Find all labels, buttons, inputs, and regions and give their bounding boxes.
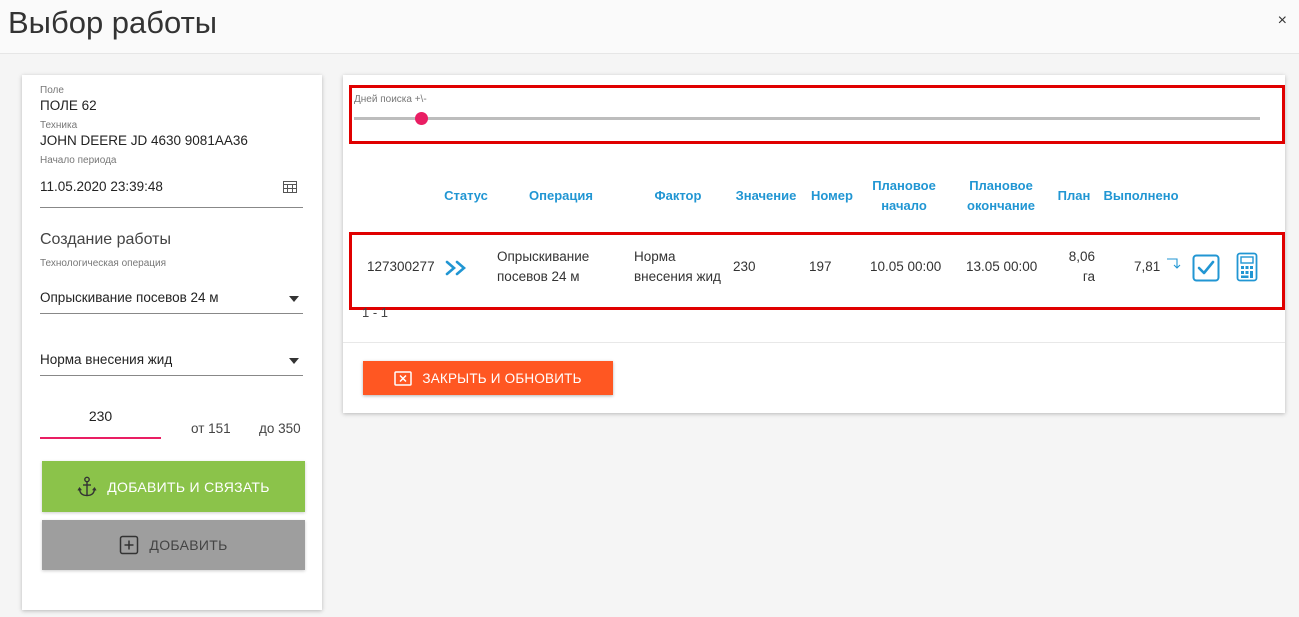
period-label: Начало периода xyxy=(40,155,117,166)
row-plan-end: 13.05 00:00 xyxy=(966,259,1038,274)
add-label: ДОБАВИТЬ xyxy=(149,537,228,553)
column-status[interactable]: Статус xyxy=(438,186,494,206)
column-value[interactable]: Значение xyxy=(731,186,801,206)
amount-input[interactable]: 230 xyxy=(40,399,161,439)
row-id: 127300277 xyxy=(367,259,435,274)
search-days-label: Дней поиска +\- xyxy=(354,94,427,105)
column-plan[interactable]: План xyxy=(1053,186,1095,206)
row-value: 230 xyxy=(733,259,756,274)
range-to: до 350 xyxy=(259,421,301,436)
add-and-link-label: ДОБАВИТЬ И СВЯЗАТЬ xyxy=(107,478,270,495)
machine-label: Техника xyxy=(40,120,78,131)
column-operation[interactable]: Операция xyxy=(511,186,611,206)
close-and-refresh-label: ЗАКРЫТЬ И ОБНОВИТЬ xyxy=(422,370,582,386)
machine-value: JOHN DEERE JD 4630 9081АА36 xyxy=(40,133,248,148)
row-operation: Опрыскивание посевов 24 м xyxy=(497,249,590,284)
dropdown-arrow-icon xyxy=(289,358,299,364)
close-icon[interactable]: × xyxy=(1278,12,1287,30)
work-list-panel: Дней поиска +\- Статус Операция Фактор З… xyxy=(343,75,1285,413)
field-value: ПОЛЕ 62 xyxy=(40,98,97,113)
search-days-slider-knob[interactable] xyxy=(414,112,428,125)
period-start-input[interactable]: 11.05.2020 23:39:48 xyxy=(40,175,303,208)
row-plan: 8,06 га xyxy=(1068,249,1095,284)
period-start-value: 11.05.2020 23:39:48 xyxy=(40,179,163,194)
factor-select-value: Норма внесения жид xyxy=(40,352,173,367)
search-days-slider-highlight xyxy=(349,85,1285,144)
dialog-header: Выбор работы × xyxy=(0,0,1299,54)
double-chevron-right-icon[interactable] xyxy=(445,260,469,276)
row-done: 7,81 xyxy=(1134,259,1161,274)
calculator-icon[interactable] xyxy=(1236,252,1258,282)
pager-info: 1 - 1 xyxy=(362,305,389,320)
column-plan-end[interactable]: Плановое окончание xyxy=(957,176,1045,216)
factor-select[interactable]: Норма внесения жид xyxy=(40,344,303,376)
dropdown-arrow-icon xyxy=(289,296,299,302)
row-plan-start: 10.05 00:00 xyxy=(870,259,942,274)
anchor-icon xyxy=(77,476,97,496)
operation-select[interactable]: Опрыскивание посевов 24 м xyxy=(40,282,303,314)
divider xyxy=(343,342,1285,343)
add-button[interactable]: ДОБАВИТЬ xyxy=(42,520,305,570)
create-work-panel: Поле ПОЛЕ 62 Техника JOHN DEERE JD 4630 … xyxy=(22,75,322,610)
range-from: от 151 xyxy=(191,421,231,436)
row-factor: Норма внесения жид xyxy=(634,249,721,284)
add-and-link-button[interactable]: ДОБАВИТЬ И СВЯЗАТЬ xyxy=(42,461,305,512)
column-plan-start[interactable]: Плановое начало xyxy=(861,176,947,216)
return-arrow-icon[interactable] xyxy=(1166,256,1182,270)
checkbox-icon[interactable] xyxy=(1192,254,1220,282)
operation-label: Технологическая операция xyxy=(40,258,167,269)
column-done[interactable]: Выполнено xyxy=(1100,186,1182,206)
calendar-icon[interactable] xyxy=(283,180,297,193)
close-box-icon xyxy=(394,370,413,386)
plus-square-icon xyxy=(120,535,139,555)
dialog-title: Выбор работы xyxy=(8,5,218,40)
create-work-title: Создание работы xyxy=(40,231,171,248)
column-number[interactable]: Номер xyxy=(805,186,859,206)
field-label: Поле xyxy=(40,85,64,96)
amount-value: 230 xyxy=(88,408,113,424)
column-factor[interactable]: Фактор xyxy=(633,186,723,206)
row-number: 197 xyxy=(809,259,832,274)
operation-select-value: Опрыскивание посевов 24 м xyxy=(40,290,219,305)
close-and-refresh-button[interactable]: ЗАКРЫТЬ И ОБНОВИТЬ xyxy=(363,361,613,395)
search-days-slider-track[interactable] xyxy=(354,117,1260,120)
